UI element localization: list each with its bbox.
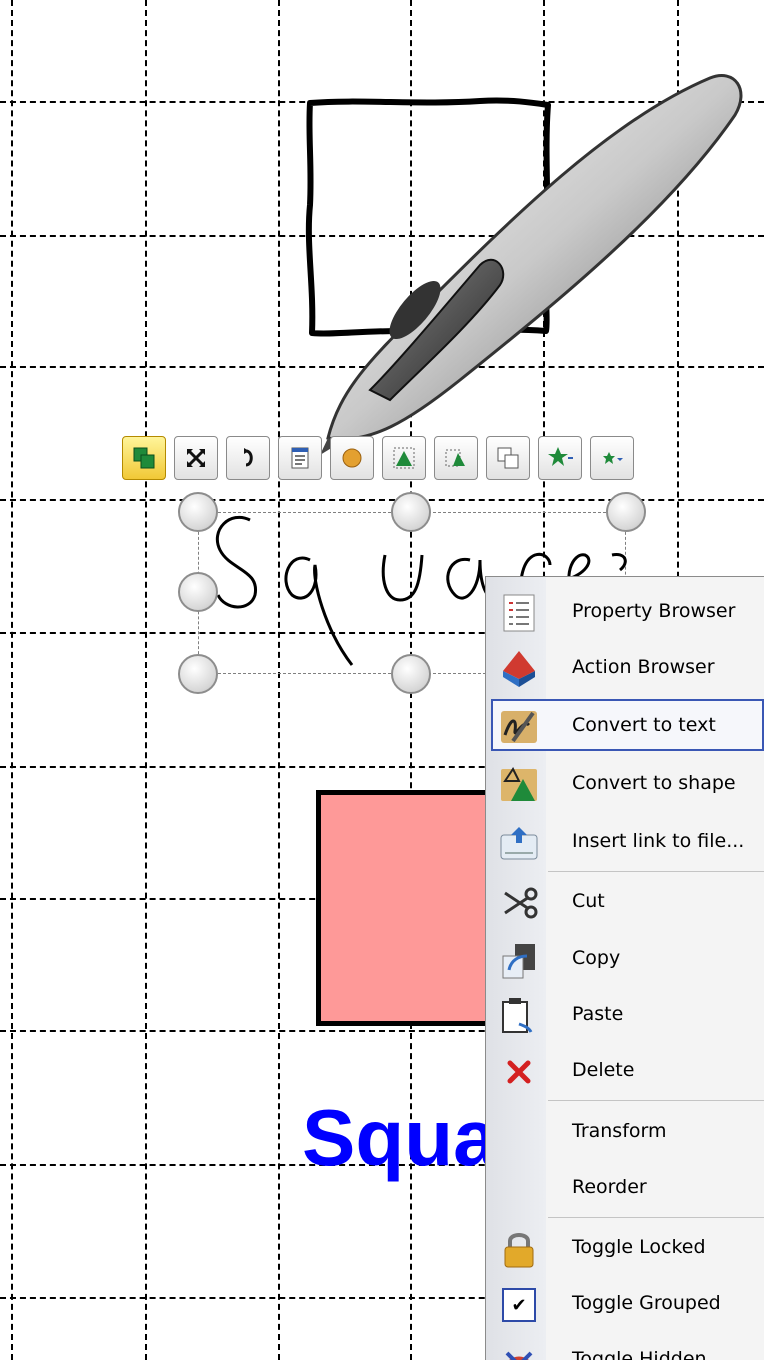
resize-handle[interactable] — [178, 572, 218, 612]
menu-separator — [548, 871, 764, 872]
menu-separator — [548, 1217, 764, 1218]
align-icon — [445, 449, 465, 467]
rotate-icon — [244, 448, 253, 467]
hidden-icon — [499, 1341, 539, 1360]
resize-handle[interactable] — [178, 654, 218, 694]
menu-item-toggle-locked[interactable]: Toggle Locked — [491, 1221, 764, 1273]
menu-item-label: Cut — [572, 890, 605, 912]
menu-item-toggle-hidden[interactable]: Toggle Hidden — [491, 1333, 764, 1360]
favorite-icon — [548, 447, 573, 466]
handwriting-value: Square — [0, 0, 1, 1]
menu-item-label: Transform — [572, 1120, 667, 1142]
shape-recognize-icon — [393, 447, 415, 469]
menu-item-label: Toggle Hidden — [572, 1348, 707, 1360]
group-icon — [133, 447, 155, 469]
context-menu: Property Browser Action Browser Convert … — [485, 576, 764, 1360]
rotate-button[interactable] — [226, 436, 270, 480]
menu-item-label: Convert to text — [572, 714, 716, 736]
menu-item-label: Reorder — [572, 1176, 647, 1198]
property-icon — [291, 447, 309, 469]
resize-handle[interactable] — [178, 492, 218, 532]
menu-item-reorder[interactable]: Reorder — [491, 1161, 764, 1213]
menu-item-convert-to-shape[interactable]: Convert to shape — [491, 757, 764, 809]
square-label-text[interactable]: Squa — [302, 1098, 498, 1178]
menu-item-label: Delete — [572, 1059, 635, 1081]
menu-separator — [548, 1100, 764, 1101]
lock-icon — [499, 1229, 539, 1269]
property-button[interactable] — [278, 436, 322, 480]
resize-icon — [187, 449, 205, 467]
scissors-icon — [499, 883, 539, 923]
resize-handle[interactable] — [606, 492, 646, 532]
reorder-button[interactable] — [486, 436, 530, 480]
convert-text-icon — [499, 707, 539, 747]
delete-icon — [499, 1052, 539, 1092]
resize-handle[interactable] — [391, 654, 431, 694]
menu-item-label: Paste — [572, 1003, 624, 1025]
menu-item-transform[interactable]: Transform — [491, 1105, 764, 1157]
menu-item-copy[interactable]: Copy — [491, 932, 764, 984]
reorder-icon — [497, 447, 519, 469]
copy-icon — [499, 940, 539, 980]
menu-item-label: Toggle Locked — [572, 1236, 706, 1258]
menu-item-label: Action Browser — [572, 656, 715, 678]
pen-icon — [320, 74, 743, 455]
menu-item-delete[interactable]: Delete — [491, 1044, 764, 1096]
menu-item-insert-link[interactable]: Insert link to file... — [491, 815, 764, 867]
menu-item-label: Convert to shape — [572, 772, 736, 794]
favorite-menu-button[interactable] — [590, 436, 634, 480]
menu-item-label: Toggle Grouped — [572, 1292, 721, 1314]
action-button[interactable] — [330, 436, 374, 480]
menu-item-label: Insert link to file... — [572, 830, 745, 852]
flipchart-canvas[interactable]: Square Squa Property Browser Action Brow… — [0, 0, 764, 1360]
menu-item-convert-to-text[interactable]: Convert to text — [491, 699, 764, 751]
object-toolbar — [122, 433, 634, 483]
menu-item-toggle-grouped[interactable]: ✔ Toggle Grouped — [491, 1277, 764, 1329]
menu-item-cut[interactable]: Cut — [491, 875, 764, 927]
favorite-menu-icon — [603, 452, 623, 464]
paste-icon — [499, 996, 539, 1036]
group-button[interactable] — [122, 436, 166, 480]
checkmark-icon: ✔ — [499, 1285, 539, 1325]
menu-item-property-browser[interactable]: Property Browser — [491, 585, 764, 637]
menu-item-label: Property Browser — [572, 600, 736, 622]
menu-item-label: Copy — [572, 947, 621, 969]
convert-shape-icon — [499, 765, 539, 805]
resize-button[interactable] — [174, 436, 218, 480]
property-browser-icon — [499, 593, 539, 633]
insert-link-icon — [499, 823, 539, 863]
action-icon — [342, 448, 362, 468]
favorite-button[interactable] — [538, 436, 582, 480]
align-button[interactable] — [434, 436, 478, 480]
action-browser-icon — [499, 649, 539, 689]
resize-handle[interactable] — [391, 492, 431, 532]
shape-recognize-button[interactable] — [382, 436, 426, 480]
menu-item-action-browser[interactable]: Action Browser — [491, 641, 764, 693]
menu-item-paste[interactable]: Paste — [491, 988, 764, 1040]
